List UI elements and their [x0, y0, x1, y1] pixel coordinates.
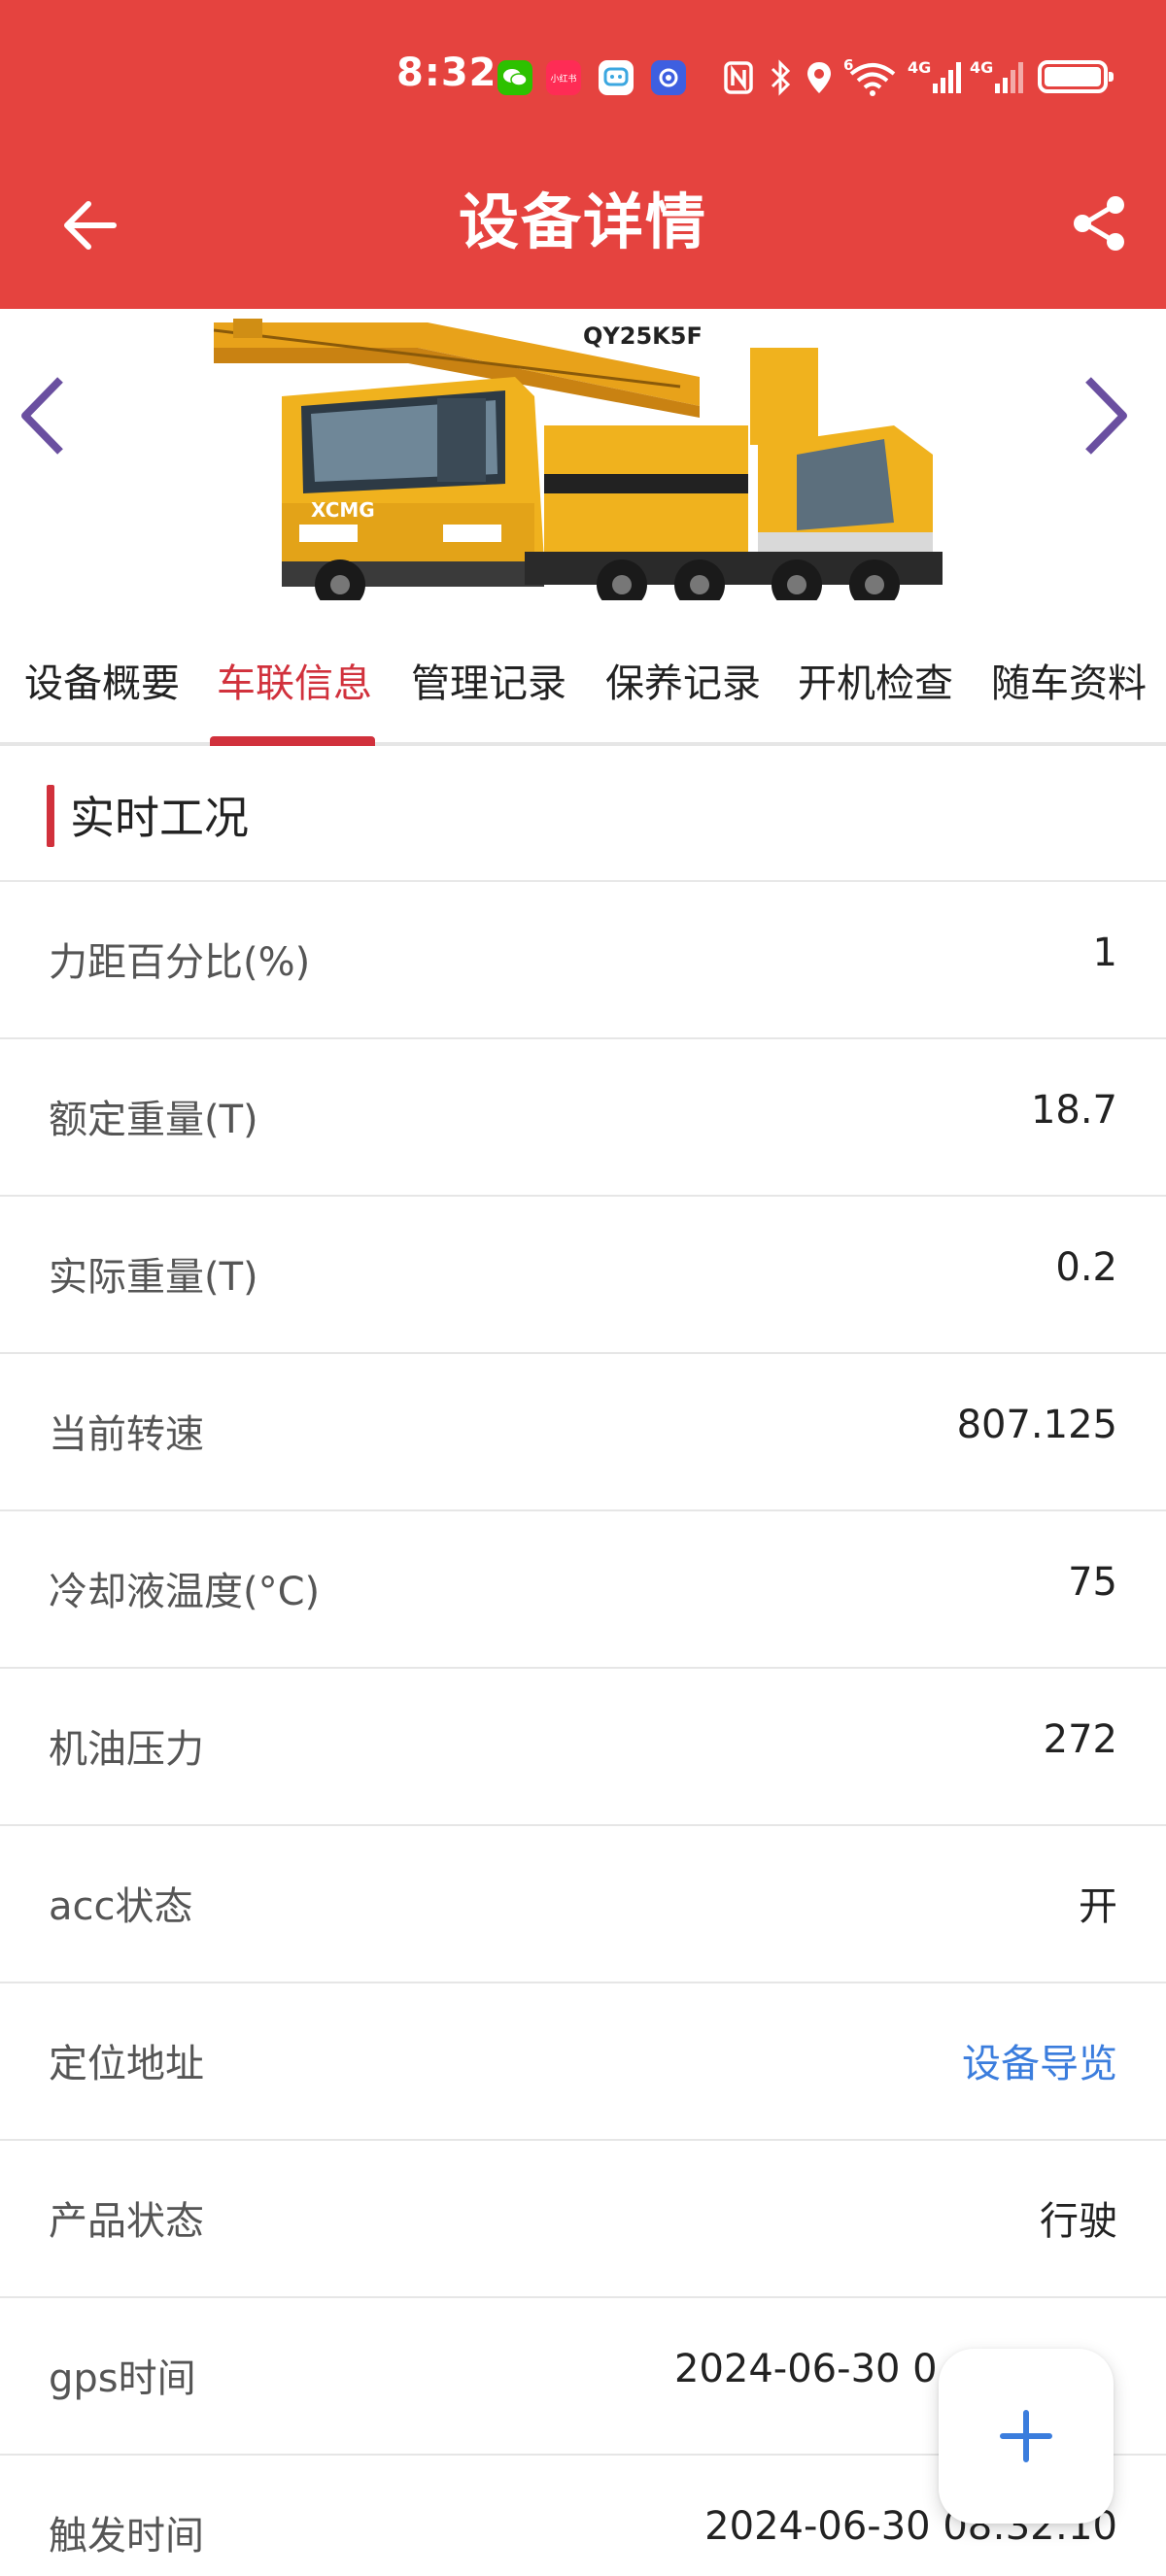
chat-app-icon	[599, 60, 634, 95]
row-label: 触发时间	[49, 2514, 204, 2559]
row-value: 807.125	[956, 1403, 1117, 1447]
carousel-prev-button[interactable]	[8, 367, 76, 464]
status-time: 8:32	[396, 51, 497, 95]
list-item-oil-pressure: 机油压力 272	[0, 1669, 1166, 1826]
tab-telematics[interactable]: 车联信息	[202, 641, 387, 719]
list-item-acc-status: acc状态 开	[0, 1826, 1166, 1983]
model-text: QY25K5F	[583, 322, 703, 350]
carousel-next-button[interactable]	[1073, 367, 1141, 464]
xiaohongshu-icon-label: 小红书	[550, 74, 577, 85]
bluetooth-icon	[766, 56, 795, 99]
tab-maintenance-records[interactable]: 保养记录	[591, 641, 775, 719]
device-navigation-link[interactable]: 设备导览	[962, 2032, 1117, 2088]
row-value: 行驶	[1040, 2199, 1117, 2244]
signal-4g-2-label: 4G	[970, 58, 994, 77]
row-value: 2024-06-30 0	[674, 2347, 938, 2391]
section-title: 实时工况	[70, 792, 249, 844]
signal-4g-2-icon: 4G	[970, 56, 1024, 99]
row-label: 冷却液温度(°C)	[49, 1570, 321, 1614]
equipment-image-carousel[interactable]: XCMG QY25K5F	[0, 309, 1166, 600]
list-item-location: 定位地址 设备导览	[0, 1983, 1166, 2141]
device-detail-page: 8:32 小红书 6 4G 4G 设备详情 XCMG QY25K5F 设备概要 …	[0, 0, 1166, 2576]
brand-text: XCMG	[311, 498, 375, 522]
row-label: gps时间	[49, 2356, 196, 2401]
signal-4g-icon: 4G	[908, 56, 962, 99]
row-label: 产品状态	[49, 2199, 204, 2244]
app-header: 8:32 小红书 6 4G 4G 设备详情	[0, 0, 1166, 309]
row-label: 实际重量(T)	[49, 1255, 258, 1300]
list-item-coolant-temperature: 冷却液温度(°C) 75	[0, 1511, 1166, 1669]
battery-icon	[1038, 60, 1114, 93]
page-title: 设备详情	[458, 186, 707, 257]
row-value: 0.2	[1055, 1245, 1117, 1290]
wechat-icon	[497, 60, 532, 95]
realtime-status-list: 力距百分比(%) 1 额定重量(T) 18.7 实际重量(T) 0.2 当前转速…	[0, 882, 1166, 2576]
crane-truck-image: XCMG QY25K5F	[214, 319, 943, 600]
wifi-6-icon: 6	[843, 56, 902, 99]
signal-4g-label: 4G	[908, 58, 932, 77]
detail-tabs: 设备概要 车联信息 管理记录 保养记录 开机检查 随车资料	[0, 622, 1166, 746]
row-value: 272	[1043, 1717, 1117, 1762]
status-bar: 8:32 小红书 6 4G 4G	[0, 47, 1166, 109]
list-item-moment-percentage: 力距百分比(%) 1	[0, 882, 1166, 1039]
list-item-actual-weight: 实际重量(T) 0.2	[0, 1197, 1166, 1354]
tab-vehicle-documents[interactable]: 随车资料	[977, 641, 1161, 719]
share-icon	[1074, 196, 1124, 251]
tab-startup-check[interactable]: 开机检查	[783, 641, 968, 719]
xiaohongshu-icon: 小红书	[546, 60, 581, 95]
tab-overview[interactable]: 设备概要	[10, 641, 194, 719]
chevron-right-icon	[1085, 377, 1127, 455]
row-value: 18.7	[1030, 1088, 1117, 1133]
plus-icon	[1000, 2410, 1052, 2462]
wifi-6-label: 6	[843, 56, 854, 74]
section-accent-bar	[47, 785, 54, 847]
section-header: 实时工况	[0, 750, 1166, 882]
title-bar: 设备详情	[0, 144, 1166, 289]
active-tab-indicator	[210, 736, 375, 746]
list-item-engine-speed: 当前转速 807.125	[0, 1354, 1166, 1511]
tab-management-records[interactable]: 管理记录	[396, 641, 581, 719]
list-item-rated-weight: 额定重量(T) 18.7	[0, 1039, 1166, 1197]
row-label: 额定重量(T)	[49, 1098, 258, 1142]
row-label: 机油压力	[49, 1727, 204, 1772]
app-badge-icon	[651, 60, 686, 95]
row-value: 75	[1068, 1560, 1117, 1605]
row-label: 力距百分比(%)	[49, 940, 311, 985]
row-label: 当前转速	[49, 1412, 204, 1457]
row-label: acc状态	[49, 1884, 193, 1929]
chevron-left-icon	[21, 377, 63, 455]
nfc-icon	[721, 56, 756, 99]
add-button[interactable]	[939, 2349, 1114, 2524]
row-value: 1	[1092, 931, 1117, 975]
share-button[interactable]	[1061, 185, 1139, 262]
list-item-product-status: 产品状态 行驶	[0, 2141, 1166, 2298]
location-icon	[803, 56, 836, 99]
row-value: 开	[1079, 1884, 1117, 1929]
row-label: 定位地址	[49, 2042, 204, 2086]
